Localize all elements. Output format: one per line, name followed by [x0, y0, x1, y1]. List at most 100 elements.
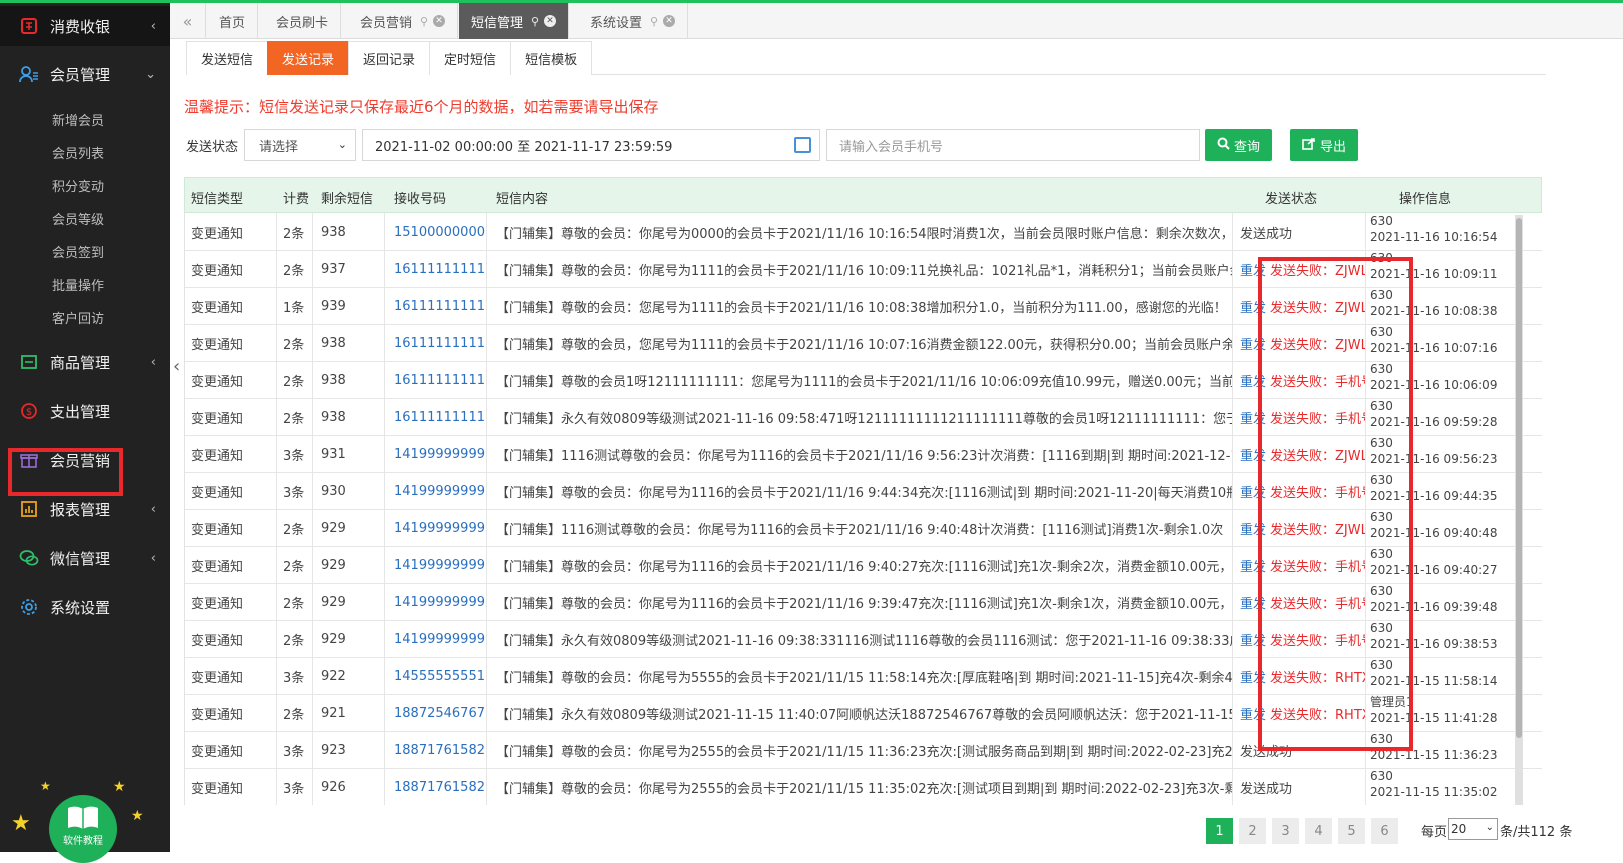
cell-phone-link[interactable]: 14199999999 — [385, 546, 487, 584]
page-button[interactable]: 4 — [1305, 818, 1332, 844]
sidebar-subitem-add-member[interactable]: 新增会员 — [52, 110, 104, 129]
subtab-sms-templates[interactable]: 短信模板 — [510, 41, 593, 75]
cell-phone-link[interactable]: 15100000000 — [385, 213, 487, 251]
page-button[interactable]: 2 — [1239, 818, 1266, 844]
operator-name: 630 — [1370, 214, 1393, 228]
cell-fee: 3条 — [277, 657, 313, 695]
cell-content: 【门辅集】永久有效0809等级测试2021-11-16 09:58:471呀12… — [487, 398, 1233, 436]
page-button[interactable]: 5 — [1338, 818, 1365, 844]
sidebar-item-settings[interactable]: 系统设置 — [0, 587, 170, 627]
cell-phone-link[interactable]: 18872546767 — [385, 694, 487, 732]
cell-phone-link[interactable]: 16111111111 — [385, 361, 487, 399]
highlight-box-failed-status — [1258, 257, 1413, 751]
table-scrollbar-thumb[interactable] — [1516, 218, 1522, 738]
sidebar-item-cashier[interactable]: 消费收银 ‹ — [0, 6, 170, 46]
cell-sms-type: 变更通知 — [185, 620, 277, 658]
operator-name: 630 — [1370, 769, 1393, 783]
cell-phone-link[interactable]: 16111111111 — [385, 287, 487, 325]
page-button[interactable]: 3 — [1272, 818, 1299, 844]
highlight-box-marketing — [8, 448, 123, 496]
cell-phone-link[interactable]: 16111111111 — [385, 398, 487, 436]
date-range-value: 2021-11-02 00:00:00 至 2021-11-17 23:59:5… — [375, 139, 673, 155]
pin-icon[interactable]: ⚲ — [650, 15, 658, 28]
date-range-input[interactable]: 2021-11-02 00:00:00 至 2021-11-17 23:59:5… — [362, 129, 820, 161]
tutorial-label: 软件教程 — [63, 836, 103, 847]
cell-operator-info: 630 2021-11-16 10:16:54 — [1366, 213, 1516, 251]
cell-sms-type: 变更通知 — [185, 509, 277, 547]
cell-remaining: 930 — [313, 472, 385, 510]
cell-content: 【门辅集】尊敬的会员：你尾号为2555的会员卡于2021/11/15 11:35… — [487, 768, 1233, 805]
tab-home[interactable]: 首页 — [207, 3, 259, 39]
cell-fee: 2条 — [277, 398, 313, 436]
subtab-return-records[interactable]: 返回记录 — [348, 41, 431, 75]
cell-phone-link[interactable]: 16111111111 — [385, 324, 487, 362]
cell-content: 【门辅集】尊敬的会员，您尾号为1111的会员卡于2021/11/16 10:07… — [487, 324, 1233, 362]
cell-phone-link[interactable]: 14555555551 — [385, 657, 487, 695]
star-icon: ★ — [113, 779, 126, 795]
sidebar-subitem-checkin[interactable]: 会员签到 — [52, 242, 104, 261]
sidebar-subitem-revisit[interactable]: 客户回访 — [52, 308, 104, 327]
cell-sms-type: 变更通知 — [185, 546, 277, 584]
cell-fee: 2条 — [277, 324, 313, 362]
pin-icon[interactable]: ⚲ — [531, 15, 539, 28]
cell-fee: 2条 — [277, 213, 313, 251]
tutorial-button[interactable]: 软件教程 — [49, 795, 117, 863]
cell-sms-type: 变更通知 — [185, 435, 277, 473]
cell-sms-type: 变更通知 — [185, 657, 277, 695]
sidebar-item-label: 系统设置 — [50, 598, 111, 617]
sidebar-item-goods[interactable]: 商品管理 ‹ — [0, 342, 170, 382]
close-icon[interactable]: ✕ — [663, 15, 676, 27]
sidebar-subitem-levels[interactable]: 会员等级 — [52, 209, 104, 228]
cell-phone-link[interactable]: 14199999999 — [385, 620, 487, 658]
report-icon — [18, 498, 40, 520]
cell-phone-link[interactable]: 14199999999 — [385, 583, 487, 621]
subtab-send-records[interactable]: 发送记录 — [267, 41, 350, 75]
tab-system-settings[interactable]: 系统设置 ⚲ ✕ — [578, 3, 689, 39]
cell-fee: 2条 — [277, 694, 313, 732]
table-row: 变更通知 3条 926 18871761582 【门辅集】尊敬的会员：你尾号为2555的… — [185, 768, 1542, 805]
search-button[interactable]: 查询 — [1205, 129, 1273, 161]
pin-icon[interactable]: ⚲ — [420, 15, 428, 28]
cell-phone-link[interactable]: 18871761582 — [385, 731, 487, 769]
chevron-left-icon[interactable]: ‹ — [173, 356, 180, 377]
sidebar-item-members[interactable]: 会员管理 ⌄ — [0, 54, 170, 94]
cell-phone-link[interactable]: 14199999999 — [385, 472, 487, 510]
tab-member-card[interactable]: 会员刷卡 — [264, 3, 342, 39]
sidebar-subitem-member-list[interactable]: 会员列表 — [52, 143, 104, 162]
status-select[interactable]: 请选择 ⌄ — [244, 129, 356, 161]
per-page-select[interactable]: 20 ⌄ — [1448, 818, 1498, 840]
sidebar-item-expense[interactable]: $ 支出管理 — [0, 391, 170, 431]
sidebar-subitem-batch[interactable]: 批量操作 — [52, 275, 104, 294]
cell-phone-link[interactable]: 14199999999 — [385, 509, 487, 547]
subtab-scheduled-sms[interactable]: 定时短信 — [429, 41, 512, 75]
chevron-left-icon: ‹ — [150, 354, 156, 370]
cell-phone-link[interactable]: 18871761582 — [385, 768, 487, 805]
operation-time: 2021-11-15 11:35:02 — [1370, 785, 1498, 799]
tab-member-marketing[interactable]: 会员营销 ⚲ ✕ — [348, 3, 459, 39]
close-icon[interactable]: ✕ — [433, 15, 446, 27]
sidebar: 消费收银 ‹ 会员管理 ⌄ 新增会员 会员列表 积分变动 会员等级 会员签到 批… — [0, 3, 170, 863]
cell-content: 【门辅集】尊敬的会员：你尾号为1116的会员卡于2021/11/16 9:39:… — [487, 583, 1233, 621]
export-button[interactable]: 导出 — [1290, 129, 1359, 161]
phone-search-input[interactable]: 请输入会员手机号 — [826, 129, 1200, 161]
cell-phone-link[interactable]: 14199999999 — [385, 435, 487, 473]
status-select-value: 请选择 — [259, 139, 299, 155]
double-chevron-left-icon[interactable]: « — [170, 3, 206, 39]
close-icon[interactable]: ✕ — [544, 15, 557, 27]
page-button[interactable]: 6 — [1371, 818, 1398, 844]
tab-sms-management[interactable]: 短信管理 ⚲ ✕ — [459, 3, 570, 39]
cell-remaining: 929 — [313, 583, 385, 621]
phone-placeholder: 请输入会员手机号 — [839, 139, 944, 155]
subtab-send-sms[interactable]: 发送短信 — [186, 41, 269, 75]
calendar-icon[interactable] — [794, 137, 811, 153]
cell-phone-link[interactable]: 16111111111 — [385, 250, 487, 288]
sidebar-item-wechat[interactable]: 微信管理 ‹ — [0, 538, 170, 578]
cell-remaining: 938 — [313, 213, 385, 251]
cell-remaining: 938 — [313, 398, 385, 436]
tab-label: 系统设置 — [590, 15, 643, 31]
cell-content: 【门辅集】尊敬的会员：你尾号为5555的会员卡于2021/11/15 11:58… — [487, 657, 1233, 695]
page-button[interactable]: 1 — [1206, 818, 1233, 844]
cell-remaining: 922 — [313, 657, 385, 695]
retention-notice: 温馨提示：短信发送记录只保存最近6个月的数据，如若需要请导出保存 — [184, 98, 659, 116]
sidebar-subitem-points[interactable]: 积分变动 — [52, 176, 104, 195]
